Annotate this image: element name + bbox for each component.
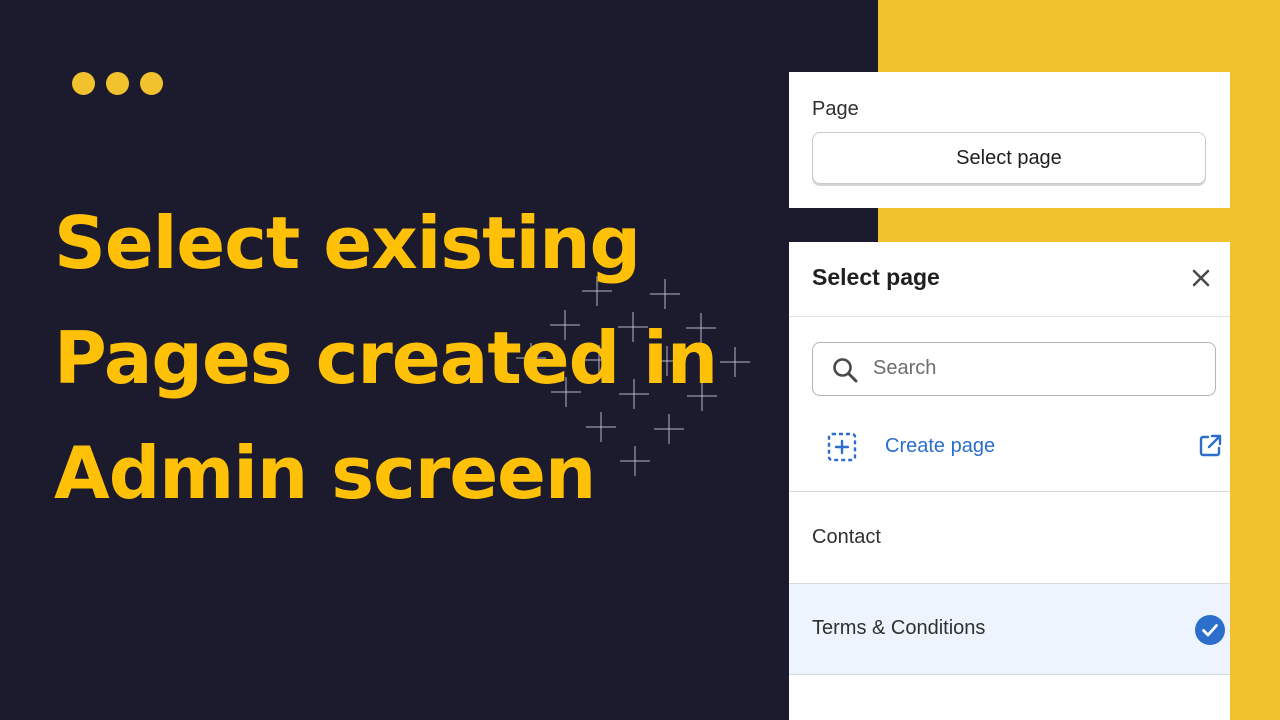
- checkmark-circle-icon: [1195, 615, 1225, 645]
- headline-line: Pages created in: [54, 316, 718, 400]
- close-icon[interactable]: [1189, 266, 1213, 290]
- dot: [106, 72, 129, 95]
- list-item-label: Terms & Conditions: [812, 617, 986, 639]
- list-item-selected[interactable]: Terms & Conditions: [789, 584, 1230, 675]
- page-field-card: Page Select page: [789, 72, 1230, 208]
- search-input[interactable]: [873, 343, 1203, 394]
- select-page-panel: Select page Create page Contact Terms & …: [789, 242, 1230, 720]
- list-item-label: Contact: [812, 526, 881, 548]
- list-item[interactable]: Contact: [789, 493, 1230, 584]
- headline-line: Select existing: [54, 201, 641, 285]
- add-square-dashed-icon: [827, 432, 857, 462]
- panel-header: Select page: [789, 242, 1230, 317]
- search-icon: [833, 358, 858, 383]
- dot: [140, 72, 163, 95]
- create-page-row[interactable]: Create page: [789, 412, 1230, 492]
- headline-line: Admin screen: [54, 431, 596, 515]
- headline: Select existing Pages created in Admin s…: [54, 186, 774, 531]
- search-box[interactable]: [812, 342, 1216, 396]
- page-field-label: Page: [812, 98, 859, 120]
- create-page-link[interactable]: Create page: [885, 435, 995, 458]
- panel-title: Select page: [812, 264, 940, 290]
- external-link-icon[interactable]: [1197, 433, 1223, 459]
- select-page-button[interactable]: Select page: [812, 132, 1206, 184]
- window-dots: [72, 72, 163, 95]
- dot: [72, 72, 95, 95]
